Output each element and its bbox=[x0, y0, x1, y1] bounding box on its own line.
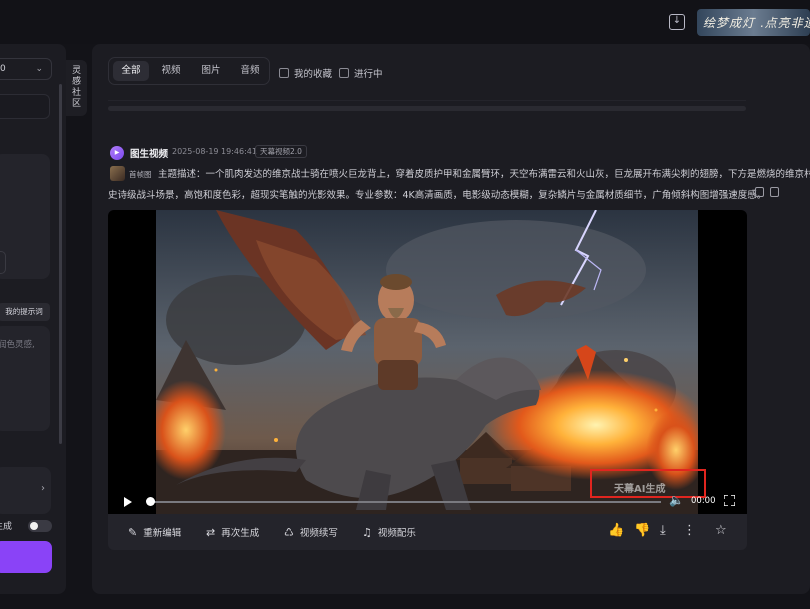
copy-icon[interactable] bbox=[755, 187, 764, 197]
record-type: 图生视频 bbox=[130, 149, 169, 160]
continue-label: 视频续写 bbox=[299, 528, 338, 539]
upload-area[interactable] bbox=[0, 154, 50, 279]
top-bar: ↓ 绘梦成灯 .点亮非遗 bbox=[0, 0, 810, 44]
more-icon[interactable]: ⋮ bbox=[683, 523, 696, 538]
video-type-icon: ▶ bbox=[110, 146, 124, 160]
my-prompts-button[interactable]: 我的提示词 bbox=[0, 303, 50, 321]
fullscreen-icon[interactable] bbox=[724, 495, 735, 506]
regenerate-button[interactable]: ⇄ 再次生成 bbox=[206, 525, 260, 540]
tab-image[interactable]: 图片 bbox=[193, 61, 229, 81]
video-time: 00:00 bbox=[691, 496, 716, 506]
download-icon[interactable]: ⤓ bbox=[660, 523, 666, 538]
progress-knob[interactable] bbox=[146, 497, 155, 506]
action-bar: ✎ 重新编辑 ⇄ 再次生成 ♺ 视频续写 ♫ 视频配乐 👍 👎 ⤓ ⋮ ☆ bbox=[108, 514, 747, 550]
video-player[interactable]: 天幕AI生成 🔈 00:00 bbox=[108, 210, 747, 514]
prompt-textarea[interactable]: 润色灵感, bbox=[0, 326, 50, 431]
prompt-text-line1: 主题描述：一个肌肉发达的维京战士骑在喷火巨龙背上，穿着皮质护甲和金属臂环，天空布… bbox=[158, 169, 810, 180]
thumbs-up-icon[interactable]: 👍 bbox=[608, 523, 624, 538]
horizontal-scrollbar[interactable] bbox=[108, 106, 746, 111]
model-select[interactable]: 0 ⌄ bbox=[0, 58, 52, 80]
volume-icon[interactable]: 🔈 bbox=[669, 493, 684, 507]
upload-slot[interactable] bbox=[0, 251, 6, 274]
favorites-label: 我的收藏 bbox=[294, 69, 333, 80]
play-icon[interactable] bbox=[124, 497, 132, 507]
select-value: 0 bbox=[0, 64, 6, 74]
banner-text: 绘梦成灯 .点亮非遗 bbox=[703, 16, 810, 30]
main-panel: 全部 视频 图片 音频 我的收藏 进行中 ▶ 图生视频 2025-08-19 1… bbox=[92, 44, 810, 594]
checkbox-icon bbox=[279, 68, 289, 78]
thumbs-down-icon[interactable]: 👎 bbox=[634, 523, 650, 538]
checkbox-icon bbox=[339, 68, 349, 78]
tab-video[interactable]: 视频 bbox=[153, 61, 189, 81]
watermark-text: 天幕AI生成 bbox=[614, 484, 666, 495]
progress-bar[interactable] bbox=[149, 501, 661, 503]
input-field[interactable] bbox=[0, 94, 50, 119]
filter-tabs: 全部 视频 图片 音频 bbox=[108, 57, 270, 85]
generate-button[interactable] bbox=[0, 541, 52, 573]
left-panel: 0 ⌄ 我的提示词 润色灵感, › 生成 bbox=[0, 44, 66, 594]
tab-all[interactable]: 全部 bbox=[113, 61, 149, 81]
download-icon[interactable]: ↓ bbox=[669, 14, 685, 30]
textarea-text: 润色灵感, bbox=[0, 340, 35, 350]
side-tab-label: 灵感社区 bbox=[71, 66, 81, 109]
inspiration-community-tab[interactable]: 灵感社区 bbox=[66, 60, 87, 116]
re-edit-label: 重新编辑 bbox=[143, 528, 182, 539]
regenerate-label: 再次生成 bbox=[221, 528, 260, 539]
prompt-text-line2: 史诗级战斗场景，高饱和度色彩，超现实笔触的光影效果。专业参数：4K高清画质，电影… bbox=[108, 190, 767, 201]
copy-icon[interactable] bbox=[770, 187, 779, 197]
tab-audio[interactable]: 音频 bbox=[232, 61, 268, 81]
edit-icon: ✎ bbox=[128, 525, 138, 539]
continue-icon: ♺ bbox=[284, 525, 294, 539]
in-progress-label: 进行中 bbox=[354, 69, 383, 80]
in-progress-checkbox[interactable]: 进行中 bbox=[339, 66, 383, 80]
divider bbox=[108, 100, 746, 101]
promo-banner[interactable]: 绘梦成灯 .点亮非遗 bbox=[697, 9, 810, 36]
star-icon[interactable]: ☆ bbox=[715, 523, 727, 538]
regenerate-icon: ⇄ bbox=[206, 525, 216, 539]
generate-label: 生成 bbox=[0, 522, 13, 532]
left-scrollbar[interactable] bbox=[59, 84, 62, 444]
generate-toggle[interactable] bbox=[28, 520, 52, 532]
record-timestamp: 2025-08-19 19:46:41 bbox=[172, 147, 257, 156]
chevron-right-icon: › bbox=[41, 483, 45, 494]
continue-video-button[interactable]: ♺ 视频续写 bbox=[284, 525, 338, 540]
favorites-checkbox[interactable]: 我的收藏 bbox=[279, 66, 332, 80]
re-edit-button[interactable]: ✎ 重新编辑 bbox=[128, 525, 182, 540]
music-label: 视频配乐 bbox=[377, 528, 416, 539]
chevron-down-icon: ⌄ bbox=[35, 64, 43, 74]
music-icon: ♫ bbox=[362, 525, 372, 539]
settings-row[interactable]: › bbox=[0, 467, 51, 514]
first-frame-label: 首帧图 bbox=[129, 170, 152, 179]
video-music-button[interactable]: ♫ 视频配乐 bbox=[362, 525, 416, 540]
model-badge: 天幕视频2.0 bbox=[255, 145, 307, 158]
first-frame-thumbnail[interactable] bbox=[110, 166, 125, 181]
